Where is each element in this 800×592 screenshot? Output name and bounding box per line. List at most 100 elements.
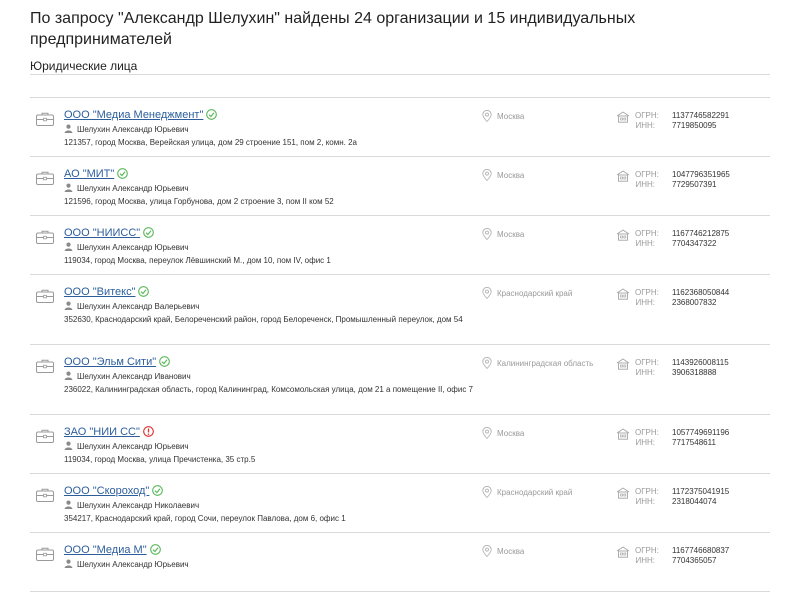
map-pin-icon	[482, 169, 492, 181]
map-pin-icon	[482, 228, 492, 240]
check-circle-icon	[159, 356, 170, 370]
director: Шелухин Александр Юрьевич	[64, 183, 189, 193]
org-name-link[interactable]: ООО "Скороход"	[64, 485, 149, 497]
director: Шелухин Александр Юрьевич	[64, 441, 189, 451]
building-icon	[616, 428, 630, 440]
ogrn-label: ОГРН:	[635, 358, 659, 367]
inn-label: ИНН:	[635, 556, 655, 565]
ogrn-value: 1143926008115	[672, 358, 729, 367]
region-name: Калининградская область	[497, 359, 594, 368]
exclamation-circle-icon	[143, 426, 154, 440]
map-pin-icon	[482, 287, 492, 299]
briefcase-icon	[36, 429, 54, 443]
briefcase-icon	[36, 488, 54, 502]
region-name: Москва	[497, 112, 525, 121]
address: 119034, город Москва, переулок Лёвшински…	[64, 256, 331, 265]
map-pin-icon	[482, 427, 492, 439]
inn-value: 7717548611	[672, 438, 716, 447]
org-name-link[interactable]: АО "МИТ"	[64, 168, 114, 180]
region: Калининградская область	[482, 357, 593, 369]
ogrn-label: ОГРН:	[635, 170, 659, 179]
region: Москва	[482, 427, 524, 439]
inn-label: ИНН:	[635, 239, 655, 248]
map-pin-icon	[482, 357, 492, 369]
inn-value: 7704365057	[672, 556, 717, 565]
ogrn-value: 1162368050844	[672, 288, 730, 297]
address: 121357, город Москва, Верейская улица, д…	[64, 138, 357, 147]
org-name-link[interactable]: ООО "Медиа М"	[64, 544, 147, 556]
briefcase-icon	[36, 359, 54, 373]
address: 354217, Краснодарский край, город Сочи, …	[64, 514, 346, 523]
org-name-link[interactable]: ЗАО "НИИ СС"	[64, 426, 140, 438]
ogrn-label: ОГРН:	[635, 288, 659, 297]
region: Краснодарский край	[482, 486, 572, 498]
person-icon	[64, 183, 73, 192]
org-name-link[interactable]: ООО "Эльм Сити"	[64, 356, 156, 368]
person-icon	[64, 371, 73, 380]
ogrn-label: ОГРН:	[635, 487, 659, 496]
search-results-page: По запросу "Александр Шелухин" найдены 2…	[30, 0, 770, 592]
region-name: Москва	[497, 547, 525, 556]
ogrn-value: 1057749691196	[672, 428, 730, 437]
region-name: Москва	[497, 171, 525, 180]
inn-label: ИНН:	[635, 121, 655, 130]
director-name: Шелухин Александр Иванович	[77, 372, 191, 381]
list-item: ООО "Эльм Сити" Шелухин Александр Иванов…	[30, 345, 770, 415]
address: 121596, город Москва, улица Горбунова, д…	[64, 197, 334, 206]
director-name: Шелухин Александр Юрьевич	[77, 243, 189, 252]
ogrn-label: ОГРН:	[635, 229, 659, 238]
person-icon	[64, 441, 73, 450]
ogrn-value: 1172375041915	[672, 487, 730, 496]
map-pin-icon	[482, 110, 492, 122]
check-circle-icon	[206, 109, 218, 123]
person-icon	[64, 242, 73, 251]
building-icon	[616, 546, 630, 558]
briefcase-icon	[36, 112, 54, 126]
list-item: ООО "Медиа Менеджмент" Шелухин Александр…	[30, 98, 770, 157]
person-icon	[64, 500, 73, 509]
list-item: АО "МИТ" Шелухин Александр Юрьевич 12159…	[30, 157, 770, 216]
inn-label: ИНН:	[635, 180, 655, 189]
briefcase-icon	[36, 547, 54, 561]
list-item: ООО "Скороход" Шелухин Александр Николае…	[30, 474, 770, 533]
page-title: По запросу "Александр Шелухин" найдены 2…	[30, 10, 636, 48]
region-name: Москва	[497, 230, 525, 239]
inn-label: ИНН:	[635, 298, 655, 307]
region: Москва	[482, 228, 524, 240]
divider	[30, 74, 770, 75]
org-name-link[interactable]: ООО "Медиа Менеджмент"	[64, 109, 203, 121]
list-item: ООО "Витекс" Шелухин Александр Валерьеви…	[30, 275, 770, 345]
ogrn-label: ОГРН:	[635, 428, 659, 437]
org-name-link[interactable]: ООО "Витекс"	[64, 286, 135, 298]
director: Шелухин Александр Юрьевич	[64, 242, 189, 252]
building-icon	[616, 288, 630, 300]
ogrn-value: 1167746680837	[672, 546, 730, 555]
director: Шелухин Александр Юрьевич	[64, 124, 189, 134]
inn-value: 3906318888	[672, 368, 717, 377]
region-name: Краснодарский край	[497, 289, 573, 298]
region-name: Москва	[497, 429, 525, 438]
region: Москва	[482, 545, 524, 557]
director: Шелухин Александр Иванович	[64, 371, 191, 381]
check-circle-icon	[138, 286, 150, 300]
org-name-link[interactable]: ООО "НИИСС"	[64, 227, 140, 239]
region: Москва	[482, 169, 524, 181]
inn-value: 2318044074	[672, 497, 717, 506]
check-circle-icon	[117, 168, 129, 182]
director: Шелухин Александр Валерьевич	[64, 301, 199, 311]
person-icon	[64, 559, 73, 568]
building-icon	[616, 229, 630, 241]
address: 236022, Калининградская область, город К…	[64, 385, 474, 394]
building-icon	[616, 358, 630, 370]
map-pin-icon	[482, 545, 492, 557]
region: Краснодарский край	[482, 287, 572, 299]
ogrn-value: 1137746582291	[672, 111, 730, 120]
ogrn-label: ОГРН:	[635, 111, 659, 120]
briefcase-icon	[36, 230, 54, 244]
address: 119034, город Москва, улица Пречистенка,…	[64, 455, 256, 464]
region: Москва	[482, 110, 524, 122]
director-name: Шелухин Александр Валерьевич	[77, 302, 200, 311]
person-icon	[64, 301, 73, 310]
inn-value: 7719850095	[672, 121, 717, 130]
briefcase-icon	[36, 289, 54, 303]
